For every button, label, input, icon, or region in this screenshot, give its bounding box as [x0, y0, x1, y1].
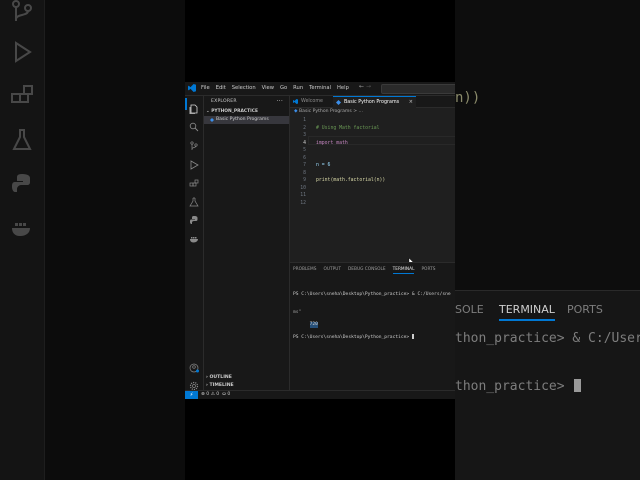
- bottom-panel: PROBLEMS OUTPUT DEBUG CONSOLE TERMINAL P…: [290, 262, 455, 392]
- extensions-icon[interactable]: [189, 174, 199, 187]
- tab-terminal[interactable]: TERMINAL: [392, 267, 415, 274]
- menu-bar: File Edit Selection View Go Run Terminal…: [201, 84, 349, 92]
- tab-problems[interactable]: PROBLEMS: [293, 267, 316, 274]
- status-bar: ⚡ ⊗ 0 ⚠ 0 ⛀ 0: [185, 390, 455, 399]
- docker-icon[interactable]: [189, 229, 199, 243]
- vscode-logo-icon: [188, 84, 196, 92]
- code-line-comment: # Using Math factorial: [316, 125, 380, 131]
- terminal-output-value: 720: [309, 322, 318, 328]
- python-file-icon: [336, 100, 341, 105]
- line-number: 12: [300, 200, 306, 206]
- line-number: 9: [303, 178, 306, 183]
- menu-terminal[interactable]: Terminal: [309, 84, 331, 92]
- tab-output[interactable]: OUTPUT: [323, 267, 341, 274]
- terminal-prompt: PS C:\Users\sneha\Desktop\Python_practic…: [293, 334, 451, 341]
- testing-flask-icon[interactable]: [189, 192, 199, 207]
- code-line-import: import math: [316, 140, 348, 146]
- forward-arrow-icon[interactable]: →: [366, 83, 371, 90]
- background-activity-bar: [0, 0, 45, 480]
- background-tab-terminal: TERMINAL: [499, 303, 555, 321]
- status-items: ⊗ 0 ⚠ 0 ⛀ 0: [201, 392, 230, 397]
- outline-section[interactable]: › OUTLINE: [206, 375, 232, 380]
- background-tab-sole: SOLE: [455, 303, 484, 316]
- background-right-panel: n)) SOLE TERMINAL PORTS thon_practice> &…: [455, 0, 640, 480]
- background-terminal-cursor: [573, 379, 581, 392]
- title-bar: File Edit Selection View Go Run Terminal…: [185, 82, 455, 96]
- editor-tabs: Welcome Basic Python Programs ×: [290, 96, 455, 108]
- menu-go[interactable]: Go: [280, 84, 287, 92]
- more-actions-icon[interactable]: ···: [276, 97, 283, 105]
- terminal-output[interactable]: PS C:\Users\sneha\Desktop\Python_practic…: [293, 280, 451, 353]
- terminal-line: ms": [293, 310, 302, 315]
- run-debug-icon: [15, 41, 32, 63]
- menu-help[interactable]: Help: [337, 84, 349, 92]
- account-icon[interactable]: [189, 358, 199, 373]
- menu-file[interactable]: File: [201, 84, 210, 92]
- tab-debug-console[interactable]: DEBUG CONSOLE: [348, 267, 386, 274]
- background-terminal-line: thon_practice> & C:/Users/sne: [455, 331, 640, 346]
- background-tab-ports: PORTS: [567, 303, 603, 316]
- folder-python-practice[interactable]: ⌄ PYTHON_PRACTICE: [206, 109, 258, 114]
- code-line-print: print(math.factorial(n)): [316, 178, 386, 183]
- python-file-icon: [210, 118, 214, 122]
- line-number: 8: [303, 170, 306, 176]
- vscode-logo-icon: [293, 99, 298, 104]
- explorer-title: EXPLORER: [211, 99, 237, 104]
- nav-arrows: ← →: [359, 83, 371, 90]
- vscode-window: File Edit Selection View Go Run Terminal…: [185, 82, 455, 399]
- line-number: 4: [303, 140, 306, 146]
- panel-tabs: PROBLEMS OUTPUT DEBUG CONSOLE TERMINAL P…: [293, 267, 435, 274]
- python-icon: [12, 174, 30, 192]
- line-number: 6: [303, 155, 306, 161]
- menu-view[interactable]: View: [262, 84, 274, 92]
- tab-ports[interactable]: PORTS: [421, 267, 435, 274]
- line-number: 3: [303, 133, 306, 138]
- background-terminal-prompt: thon_practice>: [455, 375, 581, 394]
- background-code-fragment: n)): [455, 90, 481, 106]
- code-line-assign: n = 6: [316, 163, 331, 168]
- line-number: 1: [303, 118, 306, 123]
- timeline-section[interactable]: › TIMELINE: [206, 383, 234, 388]
- breadcrumb: ◆ Basic Python Programs > ...: [294, 109, 363, 114]
- settings-gear-icon[interactable]: [189, 376, 199, 391]
- menu-selection[interactable]: Selection: [232, 84, 256, 92]
- line-number: 7: [303, 163, 306, 168]
- testing-flask-icon: [12, 129, 32, 150]
- line-number: 5: [303, 148, 306, 153]
- source-control-icon: [12, 0, 32, 21]
- extensions-icon: [11, 85, 33, 103]
- search-icon[interactable]: [189, 117, 199, 132]
- menu-run[interactable]: Run: [293, 84, 303, 92]
- explorer-sidebar: EXPLORER ··· ⌄ PYTHON_PRACTICE Basic Pyt…: [204, 96, 290, 391]
- source-control-icon[interactable]: [189, 136, 199, 150]
- active-indicator: [185, 98, 187, 110]
- line-number: 11: [300, 193, 306, 198]
- line-number: 10: [300, 185, 306, 191]
- docker-icon: [12, 223, 30, 236]
- background-terminal: SOLE TERMINAL PORTS thon_practice> & C:/…: [455, 290, 640, 480]
- tab-basic-python-programs[interactable]: Basic Python Programs ×: [333, 96, 416, 108]
- terminal-line: PS C:\Users\sneha\Desktop\Python_practic…: [293, 292, 451, 297]
- menu-edit[interactable]: Edit: [216, 84, 226, 92]
- file-basic-python-programs[interactable]: Basic Python Programs: [204, 116, 289, 124]
- ports-status[interactable]: ⛀ 0: [222, 392, 230, 397]
- command-center-search[interactable]: [381, 84, 455, 94]
- run-debug-icon[interactable]: [189, 155, 199, 170]
- remote-indicator-icon[interactable]: ⚡: [185, 391, 198, 399]
- line-number: 2: [303, 125, 306, 131]
- back-arrow-icon[interactable]: ←: [359, 83, 364, 90]
- explorer-icon[interactable]: [189, 99, 199, 115]
- problems-status[interactable]: ⊗ 0 ⚠ 0: [201, 392, 219, 397]
- background-left-panel: [0, 0, 185, 480]
- terminal-cursor: [411, 334, 415, 339]
- activity-bar: [185, 96, 204, 391]
- python-icon[interactable]: [189, 210, 199, 224]
- close-icon[interactable]: ×: [409, 97, 413, 108]
